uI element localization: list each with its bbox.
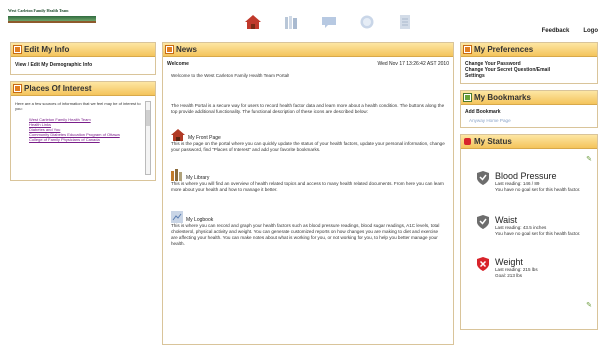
logo-banner [8,16,96,23]
panel-icon [166,46,173,53]
add-bookmark-link[interactable]: Add Bookmark [465,109,593,115]
bookmarks-panel: My Bookmarks Add Bookmark Anyway Home Pa… [460,90,598,128]
settings-link[interactable]: Settings [465,73,593,79]
logbook-icon [171,211,183,223]
shield-icon [477,257,489,271]
news-date: Wed Nov 17 13:26:42 AST 2010 [377,61,449,67]
places-link[interactable]: College of Family Physicians of Canada [29,137,143,142]
news-item-library: My Library This is where you will find a… [163,169,453,193]
preferences-panel: My Preferences Change Your Password Chan… [460,42,598,84]
status-item-weight: Weight Last reading: 215 lbs Goal: 213 l… [477,257,538,278]
bookmark-icon [464,94,471,101]
site-name: West Carleton Family Health Team [8,8,69,13]
news-item-text: This is the page on the portal where you… [171,141,445,152]
status-goal: Goal: 213 lbs [495,272,523,278]
status-reading: Last reading: 215 lbs [495,267,538,272]
places-title: Places Of Interest [24,84,92,93]
bookmarks-title: My Bookmarks [474,93,531,102]
panel-icon [14,85,21,92]
status-title: My Status [474,137,512,146]
top-nav [234,11,424,33]
home-icon[interactable] [234,11,272,33]
home-icon [171,129,185,141]
news-description: The Health Portal is a secure way for us… [171,103,445,114]
places-panel: Places Of Interest Here are a few source… [10,81,156,181]
status-header: My Status [461,135,597,149]
top-links: Feedback Logo [542,28,598,34]
preferences-title: My Preferences [474,45,534,54]
edit-demographic-link[interactable]: View / Edit My Demographic Info [15,62,151,69]
feedback-link[interactable]: Feedback [542,28,570,34]
scrollbar-thumb[interactable] [146,110,150,126]
logbook-icon[interactable] [310,11,348,33]
edit-info-header: Edit My Info [11,43,155,57]
news-item-text: This is where you can record and graph y… [171,223,440,246]
site-logo[interactable]: West Carleton Family Health Team [8,8,102,25]
news-welcome: Welcome [167,61,189,67]
status-item-waist: Waist Last reading: 43.5 inches You have… [477,215,580,236]
right-column: My Preferences Change Your Password Chan… [460,42,598,336]
library-icon [171,169,182,181]
edit-info-panel: Edit My Info View / Edit My Demographic … [10,42,156,75]
status-item-blood-pressure: Blood Pressure Last reading: 146 / 89 Yo… [477,171,580,192]
news-item-front-page: My Front Page This is the page on the po… [163,129,453,153]
panel-icon [464,46,471,53]
places-links: West Carleton Family Health Team Health … [15,117,143,142]
status-name: Weight [495,257,523,267]
status-panel: My Status ✎ Blood Pressure Last reading:… [460,134,598,330]
panel-icon [14,46,21,53]
edit-pencil-icon[interactable]: ✎ [586,301,592,309]
news-title: News [176,45,197,54]
places-intro: Here are a few sources of information th… [15,101,141,111]
news-header: News [163,43,453,57]
news-item-text: This is where you will find an overview … [171,181,444,192]
shield-icon [477,215,489,229]
news-column: News Welcome Wed Nov 17 13:26:42 AST 201… [162,42,454,345]
status-name: Blood Pressure [495,171,557,181]
news-panel: News Welcome Wed Nov 17 13:26:42 AST 201… [162,42,454,345]
bookmark-link[interactable]: Anyway Home Page [469,118,593,123]
edit-pencil-icon[interactable]: ✎ [586,155,592,163]
news-intro: Welcome to the West Carleton Family Heal… [171,73,290,78]
preferences-header: My Preferences [461,43,597,57]
shield-icon [477,171,489,185]
help-icon[interactable] [348,11,386,33]
bookmarks-header: My Bookmarks [461,91,597,105]
news-item-logbook: My Logbook This is where you can record … [163,211,453,247]
library-icon[interactable] [272,11,310,33]
heart-icon [464,138,471,145]
logout-link[interactable]: Logo [583,28,598,34]
document-icon[interactable] [386,11,424,33]
status-goal: You have no goal set for this health fac… [495,230,581,236]
status-goal: You have no goal set for this health fac… [495,186,581,192]
places-header: Places Of Interest [11,82,155,96]
edit-info-title: Edit My Info [24,45,70,54]
places-scrollbar[interactable] [145,101,151,175]
left-column: Edit My Info View / Edit My Demographic … [10,42,156,187]
status-name: Waist [495,215,518,225]
